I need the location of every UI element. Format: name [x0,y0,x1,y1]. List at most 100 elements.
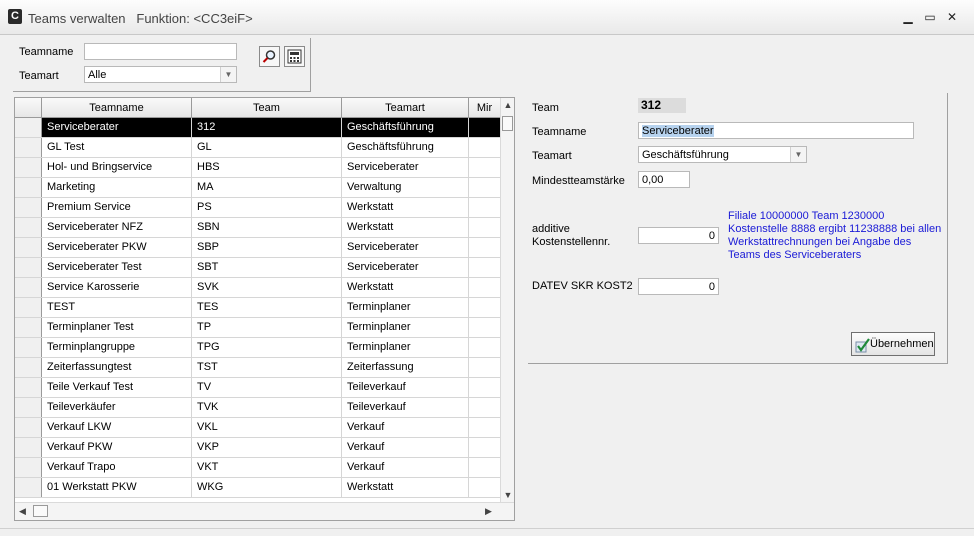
table-row[interactable]: Teileverkäufer TVK Teileverkauf [15,398,500,418]
row-selector[interactable] [15,338,42,357]
cell-teamname[interactable]: Verkauf PKW [42,438,192,457]
grid-header-teamart[interactable]: Teamart [342,98,469,118]
cell-teamname[interactable]: Verkauf LKW [42,418,192,437]
cell-team[interactable]: PS [192,198,342,217]
row-selector[interactable] [15,258,42,277]
row-selector[interactable] [15,378,42,397]
cell-min[interactable] [469,198,500,217]
cell-team[interactable]: TP [192,318,342,337]
cell-teamart[interactable]: Werkstatt [342,218,469,237]
cell-team[interactable]: SBT [192,258,342,277]
teamart-select[interactable]: Geschäftsführung ▼ [638,146,807,163]
row-selector[interactable] [15,238,42,257]
cell-teamname[interactable]: Service Karosserie [42,278,192,297]
cell-team[interactable]: VKL [192,418,342,437]
cell-min[interactable] [469,358,500,377]
cell-min[interactable] [469,278,500,297]
cell-teamart[interactable]: Terminplaner [342,298,469,317]
table-row[interactable]: Zeiterfassungtest TST Zeiterfassung [15,358,500,378]
cell-teamname[interactable]: Terminplaner Test [42,318,192,337]
cell-min[interactable] [469,178,500,197]
cell-team[interactable]: SBP [192,238,342,257]
cell-min[interactable] [469,438,500,457]
row-selector[interactable] [15,458,42,477]
table-row[interactable]: Terminplangruppe TPG Terminplaner [15,338,500,358]
cell-min[interactable] [469,318,500,337]
cell-teamname[interactable]: Hol- und Bringservice [42,158,192,177]
row-selector[interactable] [15,398,42,417]
cell-team[interactable]: 312 [192,118,342,137]
table-row[interactable]: Serviceberater 312 Geschäftsführung [15,118,500,138]
row-selector[interactable] [15,478,42,497]
cell-min[interactable] [469,258,500,277]
maximize-button[interactable]: ▭ [922,9,938,25]
table-row[interactable]: Verkauf Trapo VKT Verkauf [15,458,500,478]
cell-teamart[interactable]: Serviceberater [342,238,469,257]
table-row[interactable]: TEST TES Terminplaner [15,298,500,318]
cell-teamname[interactable]: Teileverkäufer [42,398,192,417]
cell-teamname[interactable]: Zeiterfassungtest [42,358,192,377]
cell-min[interactable] [469,118,500,137]
table-row[interactable]: Terminplaner Test TP Terminplaner [15,318,500,338]
cell-teamname[interactable]: Serviceberater PKW [42,238,192,257]
cell-min[interactable] [469,398,500,417]
cell-teamname[interactable]: TEST [42,298,192,317]
grid-header-teamname[interactable]: Teamname [42,98,192,118]
additive-input[interactable]: 0 [638,227,719,244]
row-selector[interactable] [15,118,42,137]
cell-teamname[interactable]: GL Test [42,138,192,157]
cell-team[interactable]: GL [192,138,342,157]
cell-teamart[interactable]: Terminplaner [342,338,469,357]
scrollbar-thumb[interactable] [502,116,513,131]
minimize-button[interactable]: ▁ [900,9,916,25]
table-row[interactable]: 01 Werkstatt PKW WKG Werkstatt [15,478,500,498]
cell-teamart[interactable]: Werkstatt [342,278,469,297]
cell-teamname[interactable]: Serviceberater Test [42,258,192,277]
cell-teamart[interactable]: Terminplaner [342,318,469,337]
grid-header-min[interactable]: Mir [469,98,500,118]
vertical-scrollbar[interactable]: ▲ ▼ [500,98,514,502]
mindest-input[interactable]: 0,00 [638,171,690,188]
datev-input[interactable]: 0 [638,278,719,295]
cell-teamart[interactable]: Verwaltung [342,178,469,197]
cell-min[interactable] [469,478,500,497]
row-selector[interactable] [15,298,42,317]
cell-teamname[interactable]: Premium Service [42,198,192,217]
filter-teamart-select[interactable]: Alle ▼ [84,66,237,83]
cell-teamname[interactable]: Verkauf Trapo [42,458,192,477]
filter-teamname-input[interactable] [84,43,237,60]
cell-teamname[interactable]: Serviceberater [42,118,192,137]
row-selector[interactable] [15,438,42,457]
row-selector[interactable] [15,218,42,237]
row-selector[interactable] [15,198,42,217]
table-row[interactable]: Hol- und Bringservice HBS Serviceberater [15,158,500,178]
scroll-up-icon[interactable]: ▲ [501,100,514,110]
cell-team[interactable]: VKP [192,438,342,457]
scroll-left-icon[interactable]: ◀ [19,506,26,517]
scroll-right-icon[interactable]: ▶ [485,506,492,517]
cell-teamart[interactable]: Verkauf [342,418,469,437]
cell-teamart[interactable]: Teileverkauf [342,378,469,397]
cell-min[interactable] [469,338,500,357]
table-row[interactable]: Premium Service PS Werkstatt [15,198,500,218]
cell-teamart[interactable]: Verkauf [342,458,469,477]
table-row[interactable]: Serviceberater PKW SBP Serviceberater [15,238,500,258]
table-row[interactable]: Marketing MA Verwaltung [15,178,500,198]
cell-teamart[interactable]: Werkstatt [342,198,469,217]
close-button[interactable]: ✕ [944,9,960,25]
cell-team[interactable]: TST [192,358,342,377]
cell-teamname[interactable]: Serviceberater NFZ [42,218,192,237]
cell-min[interactable] [469,238,500,257]
row-selector[interactable] [15,318,42,337]
apply-button[interactable]: Übernehmen [851,332,935,356]
cell-min[interactable] [469,418,500,437]
cell-min[interactable] [469,298,500,317]
scroll-down-icon[interactable]: ▼ [501,490,514,500]
cell-team[interactable]: TES [192,298,342,317]
hscrollbar-thumb[interactable] [33,505,48,517]
calculator-button[interactable] [284,46,305,67]
cell-teamart[interactable]: Verkauf [342,438,469,457]
cell-teamname[interactable]: Marketing [42,178,192,197]
cell-teamname[interactable]: Teile Verkauf Test [42,378,192,397]
cell-min[interactable] [469,378,500,397]
